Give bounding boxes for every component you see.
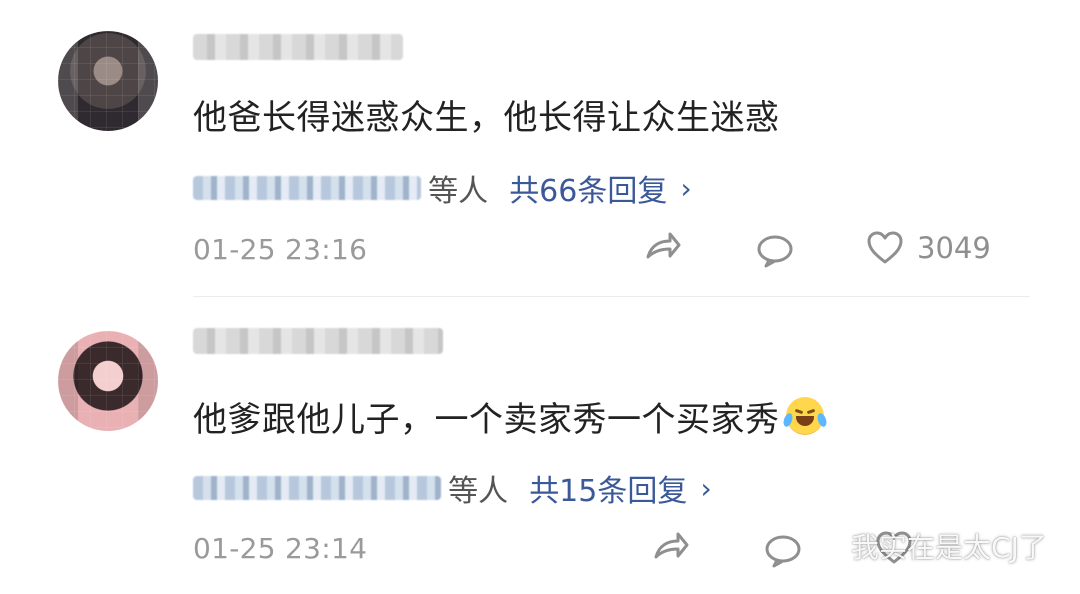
avatar-pixelation xyxy=(58,331,158,431)
avatar-image[interactable] xyxy=(58,331,158,431)
comment-time: 01-25 23:14 xyxy=(193,532,368,565)
emoji-tear-right xyxy=(815,412,828,428)
reply-user-blurred xyxy=(193,176,421,200)
watermark-text: 我实在是太CJ了 xyxy=(851,531,1047,564)
comment-text: 他爸长得迷惑众生，他长得让众生迷惑 xyxy=(193,98,780,138)
chevron-right-icon: › xyxy=(680,171,692,205)
comment-time: 01-25 23:16 xyxy=(193,233,368,266)
avatar-pixelation xyxy=(58,31,158,131)
emoji-mouth xyxy=(795,416,814,426)
reply-count-link[interactable]: 共15条回复 xyxy=(529,474,687,509)
like-button[interactable]: 3049 xyxy=(865,229,991,267)
reply-users-suffix: 等人 xyxy=(428,174,489,209)
comment-text-content: 他爹跟他儿子，一个卖家秀一个买家秀 xyxy=(193,400,780,440)
comment-divider xyxy=(193,296,1030,297)
reply-count-link[interactable]: 共66条回复 xyxy=(509,174,667,209)
like-count: 3049 xyxy=(917,231,991,265)
comment-icon xyxy=(765,535,801,568)
comment-button[interactable] xyxy=(754,231,796,269)
wechat-icon xyxy=(808,534,840,557)
laughing-crying-emoji xyxy=(781,397,828,435)
username-blurred[interactable] xyxy=(193,328,443,354)
share-button[interactable] xyxy=(649,529,691,567)
reply-users-suffix: 等人 xyxy=(448,474,509,509)
watermark: 我实在是太CJ了 xyxy=(807,529,1047,564)
emoji-tear-left xyxy=(781,412,794,428)
share-button[interactable] xyxy=(641,229,683,267)
comment-button[interactable] xyxy=(762,531,804,569)
chevron-right-icon: › xyxy=(700,471,712,505)
comment-text: 他爹跟他儿子，一个卖家秀一个买家秀 xyxy=(193,397,828,440)
comment-icon xyxy=(757,235,793,268)
reply-summary[interactable]: 等人 共15条回复 › xyxy=(193,466,712,509)
avatar-image[interactable] xyxy=(58,31,158,131)
reply-summary[interactable]: 等人 共66条回复 › xyxy=(193,166,692,209)
username-blurred[interactable] xyxy=(193,34,403,60)
heart-icon xyxy=(867,231,903,264)
share-icon xyxy=(646,232,681,259)
share-icon xyxy=(654,532,689,559)
reply-user-blurred xyxy=(193,476,441,500)
